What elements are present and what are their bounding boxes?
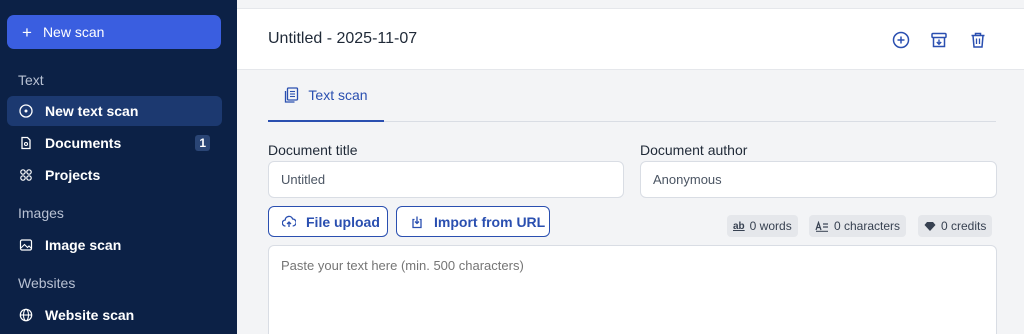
word-count-label: 0 words <box>749 219 792 233</box>
page-title: Untitled - 2025-11-07 <box>268 30 418 47</box>
content-area: Text scan Document title Document author… <box>237 70 1024 334</box>
document-author-label: Document author <box>640 142 748 158</box>
document-icon <box>18 135 34 151</box>
import-url-label: Import from URL <box>434 213 546 230</box>
ab-icon: ab <box>733 220 745 232</box>
text-editor[interactable] <box>268 245 997 334</box>
new-scan-button[interactable]: + New scan <box>7 15 221 49</box>
grid-icon <box>18 167 34 183</box>
tab-bar: Text scan <box>268 70 996 122</box>
tab-text-scan[interactable]: Text scan <box>268 70 384 122</box>
plus-icon: + <box>22 22 32 42</box>
document-title-label: Document title <box>268 142 358 158</box>
import-url-button[interactable]: Import from URL <box>396 206 550 237</box>
file-upload-button[interactable]: File upload <box>268 206 388 237</box>
sidebar: + New scan Text New text scan Documents … <box>0 0 237 334</box>
credits-badge: 0 credits <box>918 215 993 237</box>
globe-icon <box>18 307 34 323</box>
document-author-input[interactable] <box>640 161 997 198</box>
trash-icon[interactable] <box>967 29 989 51</box>
sidebar-item-website-scan[interactable]: Website scan <box>7 300 222 330</box>
main-panel: Untitled - 2025-11-07 Text scan Document… <box>237 0 1024 334</box>
sidebar-item-image-scan[interactable]: Image scan <box>7 230 222 260</box>
archive-icon[interactable] <box>928 29 950 51</box>
sidebar-item-label: Website scan <box>45 307 135 323</box>
credits-label: 0 credits <box>941 219 987 233</box>
top-strip <box>237 0 1024 8</box>
character-count-badge: 0 characters <box>809 215 907 237</box>
cloud-upload-icon <box>282 215 296 229</box>
text-format-icon <box>815 220 829 232</box>
add-icon[interactable] <box>890 29 912 51</box>
document-title-input[interactable] <box>268 161 624 198</box>
section-label-images: Images <box>18 205 64 221</box>
image-icon <box>18 237 34 253</box>
diamond-icon <box>924 221 936 232</box>
import-icon <box>410 215 424 229</box>
sidebar-item-projects[interactable]: Projects <box>7 160 222 190</box>
app: + New scan Text New text scan Documents … <box>0 0 1024 334</box>
circle-plus-icon <box>18 103 34 119</box>
count-badge: 1 <box>195 135 210 151</box>
sidebar-item-label: Image scan <box>45 237 122 253</box>
sidebar-item-documents[interactable]: Documents 1 <box>7 128 222 158</box>
sidebar-item-label: Projects <box>45 167 101 183</box>
new-scan-label: New scan <box>42 24 105 40</box>
document-header: Untitled - 2025-11-07 <box>237 8 1024 70</box>
character-count-label: 0 characters <box>834 219 901 233</box>
file-upload-label: File upload <box>306 213 380 230</box>
section-label-text: Text <box>18 72 44 88</box>
word-count-badge: ab 0 words <box>727 215 798 237</box>
section-label-websites: Websites <box>18 275 76 291</box>
sidebar-item-label: Documents <box>45 135 122 151</box>
clipboard-icon <box>284 87 299 103</box>
tab-label: Text scan <box>308 87 368 103</box>
sidebar-item-new-text-scan[interactable]: New text scan <box>7 96 222 126</box>
sidebar-item-label: New text scan <box>45 103 139 119</box>
